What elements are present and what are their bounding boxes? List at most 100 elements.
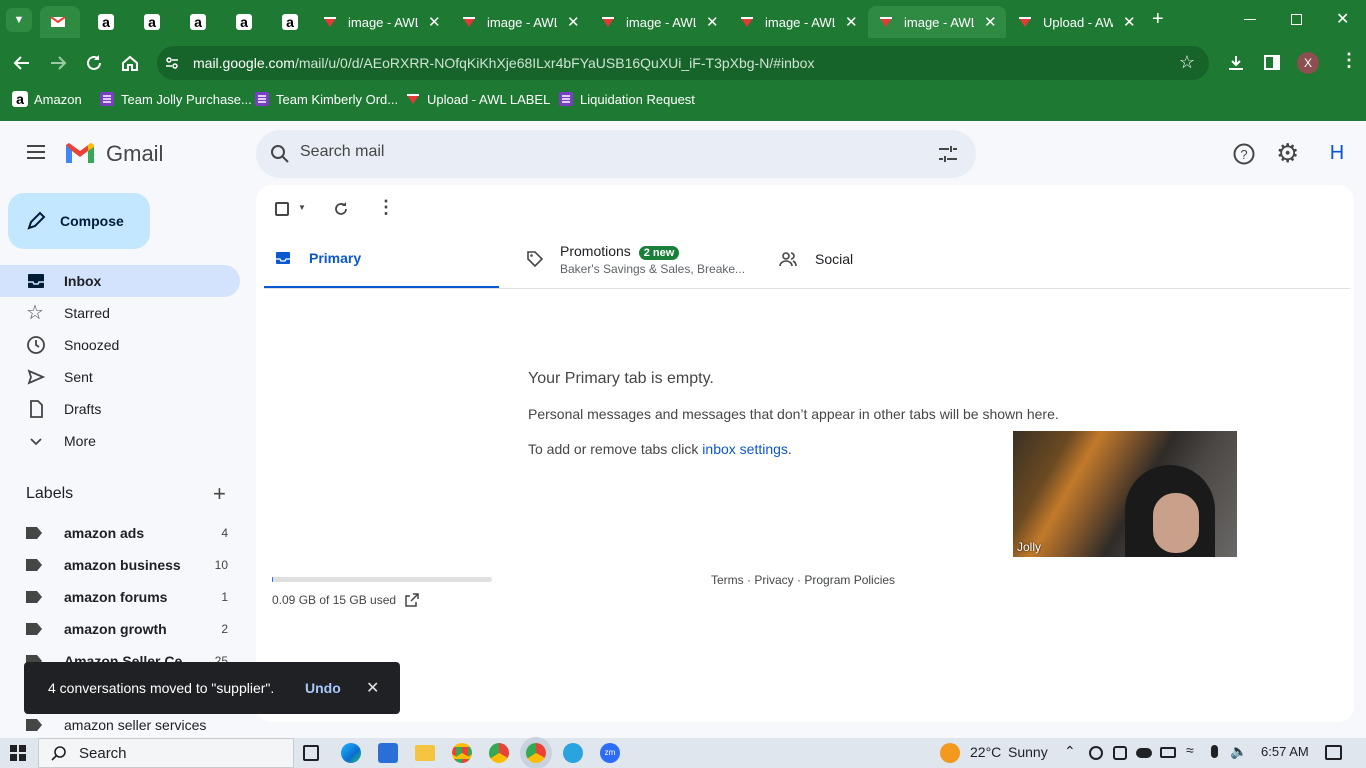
browser-tab[interactable]: a [180,6,220,38]
task-view-icon[interactable] [303,745,319,761]
nav-item-more[interactable]: More [0,425,240,457]
search-input[interactable]: Search mail [300,143,384,161]
nav-item-inbox[interactable]: Inbox [0,265,240,297]
browser-tab[interactable]: a [272,6,312,38]
privacy-link[interactable]: Privacy [754,573,793,587]
undo-button[interactable]: Undo [305,680,341,696]
tab-social[interactable]: Social [779,229,1019,289]
label-item[interactable]: amazon ads 4 [0,517,240,549]
zoom-icon[interactable]: zm [600,743,620,763]
program-policies-link[interactable]: Program Policies [804,573,895,587]
browser-menu-icon[interactable]: ⋮ [1340,50,1358,71]
tab-search-button[interactable]: ▼ [6,8,32,32]
tray-app-icon[interactable] [1089,746,1103,760]
back-icon[interactable] [13,54,31,72]
tray-meet-icon[interactable] [1113,746,1127,760]
file-explorer-icon[interactable] [415,745,435,761]
weather-temp[interactable]: 22°C [970,744,1001,760]
help-icon[interactable]: ? [1233,143,1255,165]
tray-chevron-icon[interactable]: ⌃ [1064,743,1076,760]
restore-icon[interactable] [1291,14,1302,25]
close-tab-icon[interactable]: ✕ [845,13,858,31]
close-tab-icon[interactable]: ✕ [1123,13,1136,31]
telegram-icon[interactable] [563,743,583,763]
inbox-settings-link[interactable]: inbox settings [702,441,788,457]
nav-item-drafts[interactable]: Drafts [0,393,240,425]
close-window-icon[interactable]: ✕ [1336,9,1349,29]
taskbar-search[interactable]: Search [38,738,294,768]
chrome-icon[interactable] [489,743,509,763]
settings-gear-icon[interactable]: ⚙ [1276,138,1299,169]
close-tab-icon[interactable]: ✕ [428,13,441,31]
browser-tab[interactable]: Upload - AWL ✕ [1007,6,1145,38]
search-options-icon[interactable] [938,144,958,164]
download-icon[interactable] [1227,54,1245,72]
close-tab-icon[interactable]: ✕ [984,13,997,31]
wifi-icon[interactable]: ≈ [1186,742,1194,758]
new-tab-icon[interactable]: + [1152,8,1164,31]
volume-icon[interactable]: 🔈 [1230,743,1247,760]
bookmark-star-icon[interactable]: ☆ [1179,52,1195,73]
open-external-icon[interactable] [405,593,419,607]
nav-item-starred[interactable]: ☆ Starred [0,297,240,329]
add-label-icon[interactable]: + [213,481,226,507]
browser-tab[interactable]: a [226,6,266,38]
windows-start-icon[interactable] [10,745,26,761]
weather-sun-icon[interactable] [940,743,960,763]
browser-tab[interactable]: image - AWL ✕ [729,6,867,38]
select-dropdown-icon[interactable]: ▼ [298,203,306,212]
bookmark-liquidation[interactable]: Liquidation Request [558,91,695,107]
microphone-icon[interactable] [1211,745,1218,758]
tab-promotions[interactable]: Promotions 2 new Baker's Savings & Sales… [526,229,766,289]
browser-tab[interactable]: image - AWL ✕ [590,6,728,38]
label-item[interactable]: amazon forums 1 [0,581,240,613]
chrome-active-icon[interactable] [526,743,546,763]
terms-link[interactable]: Terms [711,573,744,587]
select-all-checkbox[interactable] [275,202,289,216]
chrome-icon[interactable] [452,743,472,763]
gmail-logo-icon[interactable] [64,141,96,165]
bookmark-team-kimberly[interactable]: Team Kimberly Ord... [254,91,398,107]
nav-item-sent[interactable]: Sent [0,361,240,393]
close-tab-icon[interactable]: ✕ [706,13,719,31]
bookmark-team-jolly[interactable]: Team Jolly Purchase... [99,91,252,107]
onedrive-icon[interactable] [1136,748,1152,758]
site-info-icon[interactable] [165,56,179,70]
browser-tab[interactable]: a [134,6,174,38]
home-icon[interactable] [121,54,139,72]
search-bar[interactable]: Search mail [256,130,976,178]
account-avatar[interactable]: H [1322,138,1352,168]
url-text[interactable]: mail.google.com/mail/u/0/d/AEoRXRR-NOfqK… [193,55,814,71]
more-options-icon[interactable]: ⋮ [377,197,395,218]
search-icon[interactable] [270,144,290,164]
main-menu-icon[interactable] [26,144,46,160]
bookmark-upload-awl[interactable]: Upload - AWL LABEL [405,91,550,107]
label-item[interactable]: amazon growth 2 [0,613,240,645]
clock-time[interactable]: 6:57 AM [1261,744,1309,759]
battery-icon[interactable] [1160,747,1176,758]
browser-tab[interactable] [40,6,80,38]
forward-icon[interactable] [49,54,67,72]
nav-item-snoozed[interactable]: Snoozed [0,329,240,361]
store-icon[interactable] [378,743,398,763]
profile-avatar[interactable]: X [1297,52,1319,74]
bookmark-amazon[interactable]: a Amazon [12,91,82,107]
omnibox[interactable]: mail.google.com/mail/u/0/d/AEoRXRR-NOfqK… [157,46,1209,80]
browser-tab-active[interactable]: image - AWL ✕ [868,6,1006,38]
browser-tab[interactable]: image - AWL ✕ [312,6,450,38]
side-panel-icon[interactable] [1264,55,1280,70]
edge-icon[interactable] [341,743,361,763]
reload-icon[interactable] [85,54,103,72]
video-call-overlay[interactable]: Jolly [1013,431,1237,557]
refresh-icon[interactable] [333,201,349,217]
compose-button[interactable]: Compose [8,193,150,249]
close-toast-icon[interactable]: ✕ [366,678,379,698]
close-tab-icon[interactable]: ✕ [567,13,580,31]
browser-tab[interactable]: image - AWL ✕ [451,6,589,38]
notifications-icon[interactable] [1325,745,1342,760]
label-item[interactable]: amazon business 10 [0,549,240,581]
gmail-logo-text[interactable]: Gmail [106,141,163,167]
tab-primary[interactable]: Primary [264,229,499,289]
minimize-icon[interactable] [1244,19,1256,20]
browser-tab[interactable]: a [88,6,128,38]
